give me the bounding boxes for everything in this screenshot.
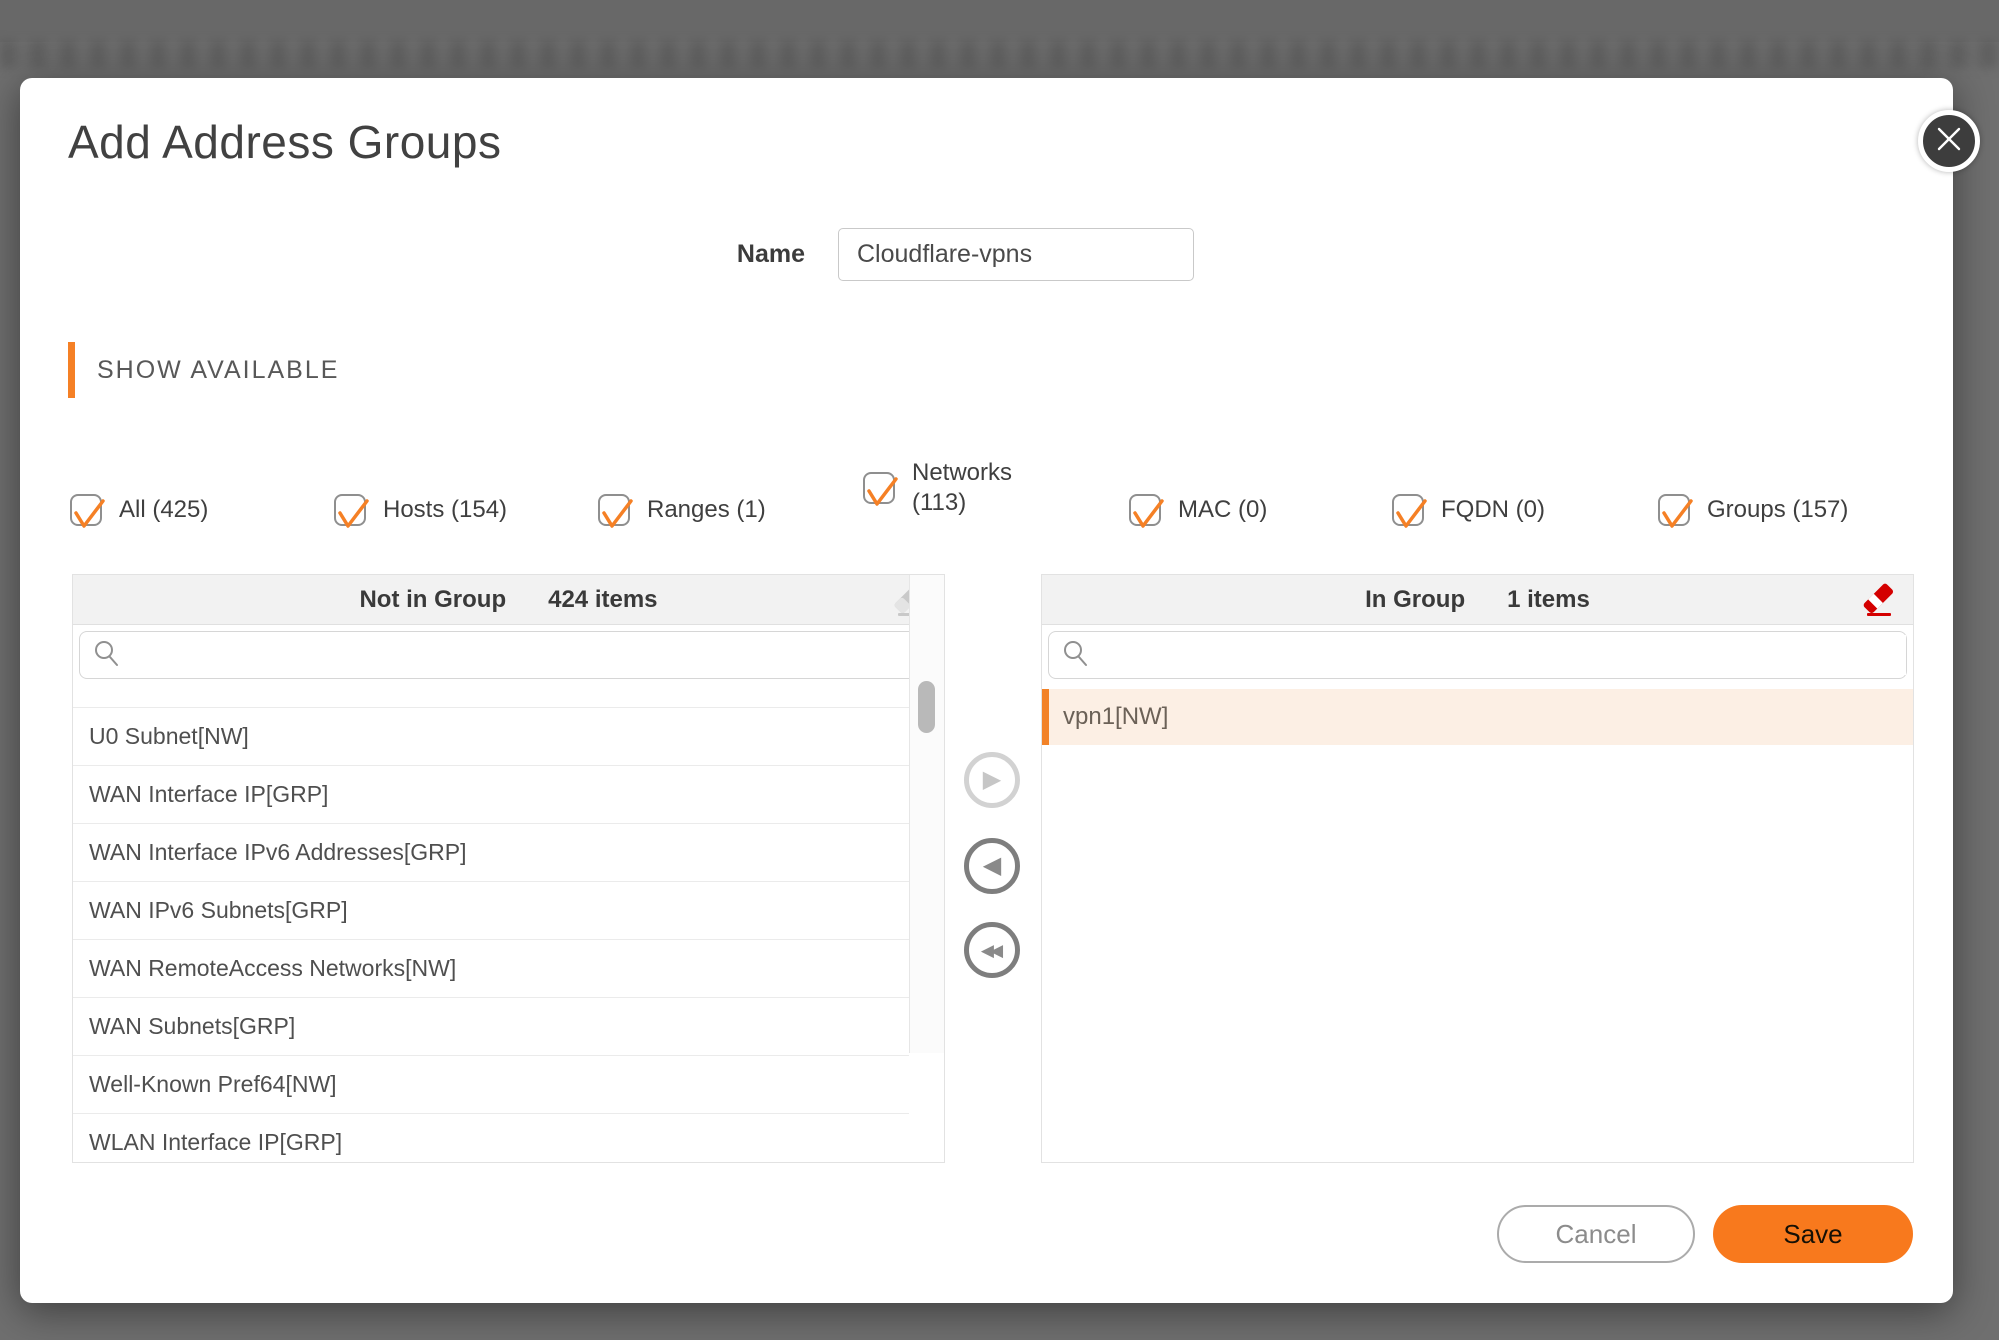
clear-selection-eraser-icon[interactable] [1861,582,1897,625]
checkbox-checked-icon[interactable] [70,494,102,526]
filter-label: MAC (0) [1178,495,1267,525]
dimmed-background [0,0,1999,42]
list-item[interactable]: WAN Interface IP[GRP] [73,765,909,823]
close-button[interactable] [1918,110,1980,172]
name-input[interactable] [838,228,1194,281]
checkbox-checked-icon[interactable] [863,472,895,504]
list-item[interactable]: U0 Subnet[NW] [73,707,909,765]
scrollbar-track[interactable] [909,575,944,1053]
panel-title: In Group [1365,586,1465,614]
section-accent-bar [68,342,75,398]
list-item[interactable]: WAN Subnets[GRP] [73,997,909,1055]
checkbox-checked-icon[interactable] [598,494,630,526]
search-input[interactable] [129,635,937,675]
list-item[interactable]: Well-Known Pref64[NW] [73,1055,909,1113]
section-title: SHOW AVAILABLE [97,342,339,398]
checkbox-checked-icon[interactable] [1129,494,1161,526]
list-item-selected[interactable]: vpn1[NW] [1042,689,1913,745]
filter-fqdn[interactable]: FQDN (0) [1392,478,1545,542]
not-in-group-search[interactable] [79,631,938,679]
selected-accent-bar [1042,689,1049,745]
filter-label: Ranges (1) [647,495,766,525]
filter-label: Groups (157) [1707,495,1848,525]
move-all-left-button[interactable]: ◀◀ [964,922,1020,978]
move-left-button[interactable]: ◀ [964,838,1020,894]
filter-label: All (425) [119,495,208,525]
panel-item-count: 424 items [548,586,657,614]
search-icon [93,639,121,672]
filter-label: Networks (113) [912,458,1012,518]
search-input[interactable] [1098,635,1906,675]
checkbox-checked-icon[interactable] [334,494,366,526]
search-icon [1062,639,1090,672]
list-item[interactable]: WAN IPv6 Subnets[GRP] [73,881,909,939]
in-group-search[interactable] [1048,631,1907,679]
panel-item-count: 1 items [1507,586,1590,614]
not-in-group-panel: Not in Group 424 items [72,574,945,1163]
not-in-group-list: U0 Subnet[NW] WAN Interface IP[GRP] WAN … [73,685,909,1163]
arrow-right-icon: ▶ [983,768,1001,792]
add-address-groups-dialog: Add Address Groups Name SHOW AVAILABLE A… [20,78,1953,1303]
list-item-label: vpn1[NW] [1063,703,1168,731]
list-item[interactable]: WLAN Interface IP[GRP] [73,1113,909,1163]
filter-hosts[interactable]: Hosts (154) [334,478,507,542]
filter-all[interactable]: All (425) [70,478,208,542]
checkbox-checked-icon[interactable] [1392,494,1424,526]
arrow-left-icon: ◀ [983,854,1001,878]
in-group-header: In Group 1 items [1042,575,1913,625]
name-label: Name [710,240,805,269]
name-field-row: Name [710,228,1194,281]
filter-label: Hosts (154) [383,495,507,525]
filter-networks[interactable]: Networks (113) [863,456,1012,520]
move-right-button[interactable]: ▶ [964,752,1020,808]
list-item[interactable]: WAN RemoteAccess Networks[NW] [73,939,909,997]
list-item[interactable]: WAN Interface IPv6 Addresses[GRP] [73,823,909,881]
close-icon [1936,126,1962,157]
filter-ranges[interactable]: Ranges (1) [598,478,766,542]
filter-groups[interactable]: Groups (157) [1658,478,1848,542]
checkbox-checked-icon[interactable] [1658,494,1690,526]
double-arrow-left-icon: ◀◀ [981,942,999,959]
panel-title: Not in Group [359,586,506,614]
save-button[interactable]: Save [1713,1205,1913,1263]
not-in-group-header: Not in Group 424 items [73,575,944,625]
in-group-list: vpn1[NW] [1042,685,1913,1163]
page-title: Add Address Groups [68,114,501,170]
filter-label: FQDN (0) [1441,495,1545,525]
cancel-button[interactable]: Cancel [1497,1205,1695,1263]
dimmed-background-content [0,40,1999,68]
show-available-section: SHOW AVAILABLE [68,342,339,398]
filter-mac[interactable]: MAC (0) [1129,478,1267,542]
scrollbar-thumb[interactable] [918,681,935,733]
in-group-panel: In Group 1 items [1041,574,1914,1163]
